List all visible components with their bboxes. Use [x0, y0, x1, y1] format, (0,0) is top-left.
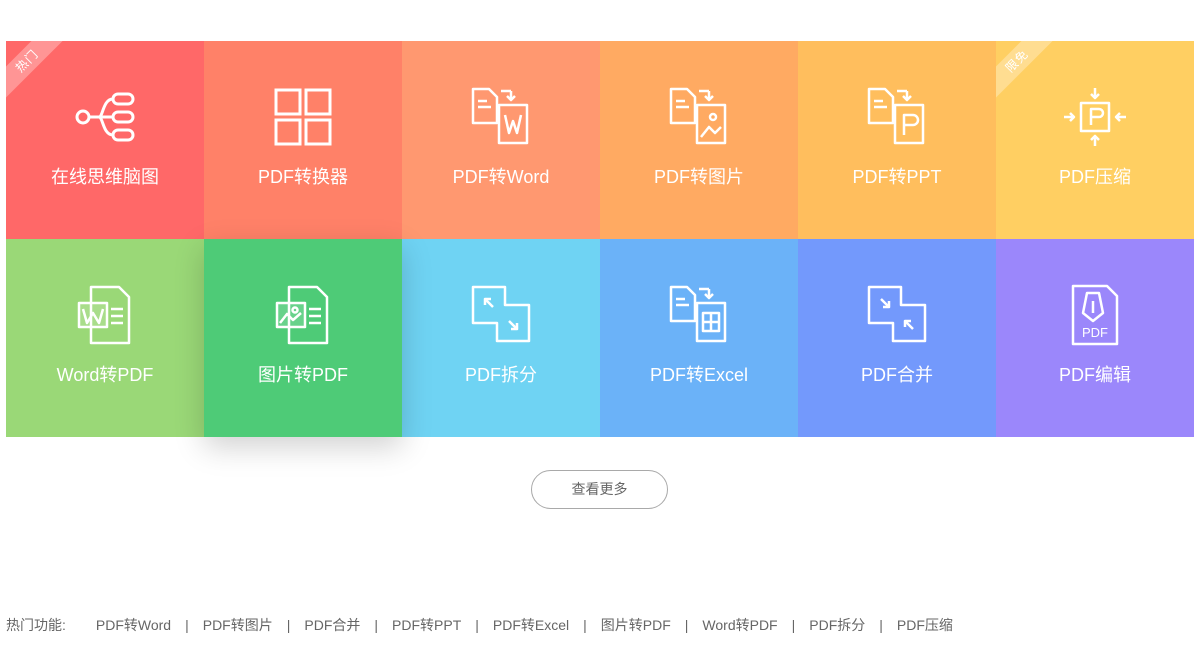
- tile-word-to-pdf[interactable]: Word转PDF: [6, 239, 204, 437]
- hot-link-pdf-to-image[interactable]: PDF转图片: [203, 615, 273, 635]
- pdf-edit-icon: PDF: [1071, 284, 1119, 346]
- free-badge: 限免: [996, 41, 1061, 105]
- tile-pdf-compress[interactable]: 限免 PDF压缩: [996, 41, 1194, 239]
- hot-link-image-to-pdf[interactable]: 图片转PDF: [601, 615, 671, 635]
- tile-label: PDF转Excel: [649, 365, 748, 385]
- tile-label: PDF拆分: [465, 365, 537, 385]
- separator: |: [791, 617, 796, 633]
- tile-label: PDF合并: [861, 365, 933, 385]
- grid-icon: [274, 88, 332, 146]
- tile-label: 在线思维脑图: [51, 167, 159, 187]
- tile-label: PDF编辑: [1059, 365, 1131, 385]
- tile-pdf-to-word[interactable]: PDF转Word: [402, 41, 600, 239]
- pdf-to-ppt-icon: [867, 87, 925, 145]
- tile-pdf-edit[interactable]: PDF PDF编辑: [996, 239, 1194, 437]
- word-doc-icon: [77, 285, 131, 345]
- tile-pdf-converter[interactable]: PDF转换器: [204, 41, 402, 239]
- tile-label: PDF转换器: [258, 167, 348, 187]
- separator: |: [684, 617, 689, 633]
- merge-icon: [867, 285, 927, 343]
- tile-label: PDF转Word: [452, 167, 550, 187]
- tile-label: Word转PDF: [56, 365, 154, 385]
- hot-features-bar: 热门功能: PDF转Word | PDF转图片 | PDF合并 | PDF转PP…: [6, 615, 953, 635]
- separator: |: [286, 617, 291, 633]
- image-doc-icon: [275, 285, 329, 345]
- separator: |: [185, 617, 189, 633]
- tile-label: PDF压缩: [1059, 167, 1131, 187]
- view-more-button[interactable]: 查看更多: [531, 470, 668, 509]
- tile-label: PDF转PPT: [852, 167, 942, 187]
- tile-pdf-merge[interactable]: PDF合并: [798, 239, 996, 437]
- hot-link-pdf-to-word[interactable]: PDF转Word: [96, 615, 171, 635]
- pdf-to-image-icon: [669, 87, 727, 145]
- hot-link-pdf-to-excel[interactable]: PDF转Excel: [493, 615, 569, 635]
- tile-mind-map[interactable]: 热门 在线思维脑图: [6, 41, 204, 239]
- hot-link-pdf-split[interactable]: PDF拆分: [809, 615, 865, 635]
- svg-text:PDF: PDF: [1082, 325, 1108, 340]
- hot-link-pdf-to-ppt[interactable]: PDF转PPT: [392, 615, 461, 635]
- tile-pdf-split[interactable]: PDF拆分: [402, 239, 600, 437]
- separator: |: [374, 617, 379, 633]
- tool-grid: 热门 在线思维脑图 PDF转换器 PDF转Word PDF转图片 PDF转PPT…: [6, 41, 1194, 437]
- tile-pdf-to-ppt[interactable]: PDF转PPT: [798, 41, 996, 239]
- hot-link-pdf-compress[interactable]: PDF压缩: [897, 615, 953, 635]
- tile-pdf-to-image[interactable]: PDF转图片: [600, 41, 798, 239]
- hot-badge: 热门: [6, 41, 71, 105]
- pdf-to-excel-icon: [669, 285, 727, 343]
- tile-pdf-to-excel[interactable]: PDF转Excel: [600, 239, 798, 437]
- tile-label: PDF转图片: [654, 167, 744, 187]
- tile-image-to-pdf[interactable]: 图片转PDF: [204, 239, 402, 437]
- separator: |: [475, 617, 479, 633]
- compress-icon: [1064, 88, 1126, 146]
- hot-link-word-to-pdf[interactable]: Word转PDF: [702, 615, 777, 635]
- pdf-to-word-icon: [471, 87, 529, 145]
- mind-map-icon: [75, 92, 135, 142]
- split-icon: [471, 285, 531, 343]
- hot-link-pdf-merge[interactable]: PDF合并: [304, 615, 360, 635]
- hot-features-label: 热门功能:: [6, 617, 66, 633]
- separator: |: [583, 617, 587, 633]
- tile-label: 图片转PDF: [258, 365, 348, 385]
- separator: |: [879, 617, 883, 633]
